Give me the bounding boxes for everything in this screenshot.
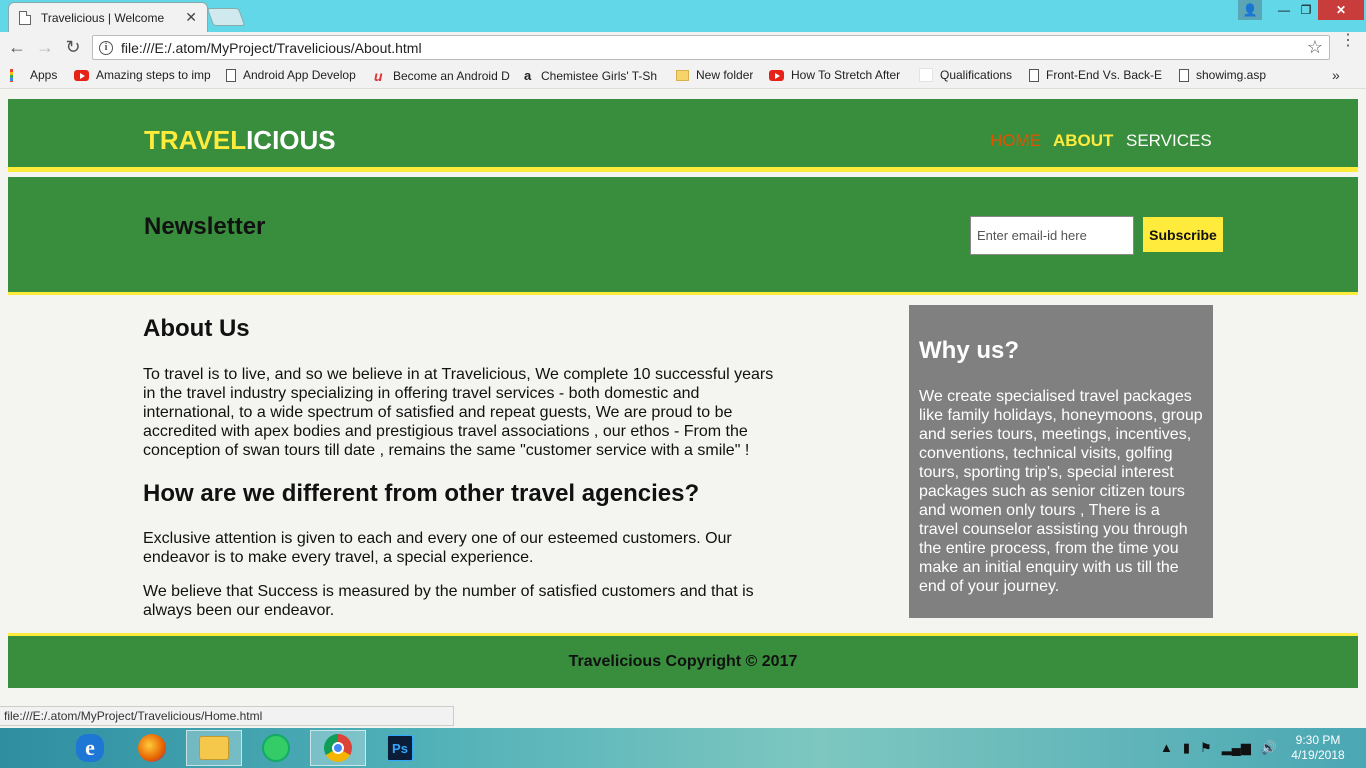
bookmark-become-android[interactable]: u Become an Android D	[374, 68, 512, 84]
bookmark-label: Apps	[30, 68, 58, 82]
page-icon	[1179, 68, 1189, 82]
footer-copyright: Travelicious Copyright © 2017	[568, 653, 798, 670]
forward-arrow-icon[interactable]: →	[34, 37, 56, 57]
youtube-icon	[769, 69, 784, 81]
different-heading: How are we different from other travel a…	[143, 480, 700, 507]
nav-home-link[interactable]: HOME	[990, 131, 1041, 151]
logo-rest: ICIOUS	[246, 125, 336, 155]
newsletter-email-input[interactable]	[970, 216, 1134, 255]
newsletter-title: Newsletter	[144, 213, 266, 240]
back-arrow-icon[interactable]: ←	[6, 37, 28, 57]
user-profile-icon[interactable]: 👤	[1238, 0, 1262, 20]
site-footer: Travelicious Copyright © 2017	[8, 633, 1358, 688]
address-bar[interactable]: i file:///E:/.atom/MyProject/Traveliciou…	[92, 35, 1330, 60]
bookmark-amazing-steps[interactable]: Amazing steps to imp	[74, 68, 212, 82]
windows-taskbar: e Ps ▲ ▮ ⚑ ▂▄▆ 🔊 9:30 PM 4/19/2018	[0, 728, 1366, 768]
bookmark-apps[interactable]: Apps	[10, 68, 57, 82]
new-tab-button[interactable]	[206, 8, 246, 26]
minimize-button[interactable]: —	[1272, 0, 1296, 20]
taskbar-clock[interactable]: 9:30 PM 4/19/2018	[1280, 733, 1356, 763]
youtube-icon	[74, 69, 89, 81]
maximize-button[interactable]: ❐	[1294, 0, 1318, 20]
about-paragraph: To travel is to live, and so we believe …	[143, 366, 774, 459]
bookmark-label: Amazing steps to imp	[96, 68, 211, 82]
nav-about-link[interactable]: ABOUT	[1053, 131, 1113, 151]
action-center-flag-icon[interactable]: ⚑	[1200, 740, 1212, 756]
bookmark-how-to-stretch[interactable]: How To Stretch After	[769, 68, 905, 82]
network-signal-icon[interactable]: ▂▄▆	[1222, 740, 1251, 756]
taskbar-chrome[interactable]	[310, 730, 366, 766]
status-bar-url: file:///E:/.atom/MyProject/Travelicious/…	[0, 706, 454, 726]
browser-menu-icon[interactable]: ⋮	[1340, 33, 1356, 49]
bookmark-label: Android App Develop	[243, 68, 356, 82]
internet-explorer-icon: e	[76, 734, 104, 762]
bookmark-label: Become an Android D	[393, 69, 510, 83]
bookmark-label: showimg.asp	[1196, 68, 1267, 82]
page-viewport: TRAVELICIOUS HOME ABOUT SERVICES Newslet…	[0, 90, 1366, 728]
why-us-paragraph: We create specialised travel packages li…	[919, 388, 1203, 595]
bookmark-android-app[interactable]: Android App Develop	[226, 68, 360, 82]
different-paragraph-1: Exclusive attention is given to each and…	[143, 530, 732, 566]
about-heading: About Us	[143, 315, 250, 342]
bookmark-front-end[interactable]: Front-End Vs. Back-E	[1029, 68, 1165, 82]
taskbar-file-explorer[interactable]	[186, 730, 242, 766]
logo-highlight: TRAVEL	[144, 125, 247, 155]
browser-tab-strip: Travelicious | Welcome ✕ 👤 — ❐ ✕	[0, 0, 1366, 32]
page-icon	[226, 68, 236, 82]
info-icon[interactable]: i	[99, 40, 113, 55]
atom-icon	[262, 734, 290, 762]
bookmark-label: Qualifications	[940, 68, 1013, 82]
why-us-heading: Why us?	[919, 337, 1019, 364]
different-paragraph-2: We believe that Success is measured by t…	[143, 583, 754, 619]
bookmark-star-icon[interactable]: ☆	[1307, 37, 1323, 58]
show-hidden-icons-icon[interactable]: ▲	[1160, 740, 1173, 756]
file-explorer-icon	[199, 736, 229, 760]
bookmark-qualifications[interactable]: Qualifications	[919, 68, 1012, 82]
bookmarks-bar: Apps Amazing steps to imp Android App De…	[0, 62, 1366, 89]
taskbar-firefox[interactable]	[124, 730, 180, 766]
browser-toolbar: ← → ↻ i file:///E:/.atom/MyProject/Trave…	[0, 32, 1366, 62]
udacity-icon: u	[374, 68, 383, 84]
folder-icon	[676, 69, 689, 81]
bookmark-chemistee[interactable]: a Chemistee Girls' T-Sh	[524, 68, 662, 83]
reload-icon[interactable]: ↻	[62, 37, 84, 57]
site-header: TRAVELICIOUS HOME ABOUT SERVICES	[8, 99, 1358, 172]
blank-page-icon	[919, 68, 933, 82]
photoshop-icon: Ps	[387, 735, 413, 761]
bookmark-label: Chemistee Girls' T-Sh	[541, 68, 658, 83]
clock-date: 4/19/2018	[1291, 748, 1345, 762]
why-us-box: Why us? We create specialised travel pac…	[909, 305, 1213, 618]
page-icon	[19, 10, 31, 25]
tab-title: Travelicious | Welcome	[41, 10, 165, 25]
firefox-icon	[138, 734, 166, 762]
chrome-icon	[324, 734, 352, 762]
page-icon	[1029, 68, 1039, 82]
tab-close-icon[interactable]: ✕	[185, 9, 197, 26]
close-window-button[interactable]: ✕	[1318, 0, 1364, 20]
volume-icon[interactable]: 🔊	[1261, 740, 1277, 756]
browser-tab[interactable]: Travelicious | Welcome ✕	[8, 2, 208, 32]
clock-time: 9:30 PM	[1295, 733, 1341, 747]
bookmark-label: How To Stretch After	[791, 68, 901, 82]
newsletter-section: Newsletter Subscribe	[8, 177, 1358, 295]
site-logo[interactable]: TRAVELICIOUS	[144, 125, 336, 156]
taskbar-internet-explorer[interactable]: e	[62, 730, 118, 766]
bookmark-label: Front-End Vs. Back-E	[1046, 68, 1163, 82]
address-url[interactable]: file:///E:/.atom/MyProject/Travelicious/…	[121, 40, 1307, 56]
bookmark-new-folder[interactable]: New folder	[676, 68, 753, 82]
amazon-icon: a	[524, 68, 532, 83]
system-tray: ▲ ▮ ⚑ ▂▄▆ 🔊	[1160, 740, 1277, 756]
bookmark-showimg[interactable]: showimg.asp	[1179, 68, 1266, 82]
subscribe-button[interactable]: Subscribe	[1143, 217, 1223, 252]
taskbar-photoshop[interactable]: Ps	[372, 730, 428, 766]
device-icon[interactable]: ▮	[1183, 740, 1190, 756]
bookmark-label: New folder	[696, 68, 754, 82]
apps-grid-icon	[10, 68, 23, 82]
about-section: About Us To travel is to live, and so we…	[143, 315, 783, 635]
nav-services-link[interactable]: SERVICES	[1126, 131, 1212, 151]
more-bookmarks-icon[interactable]: »	[1332, 67, 1340, 83]
taskbar-atom[interactable]	[248, 730, 304, 766]
